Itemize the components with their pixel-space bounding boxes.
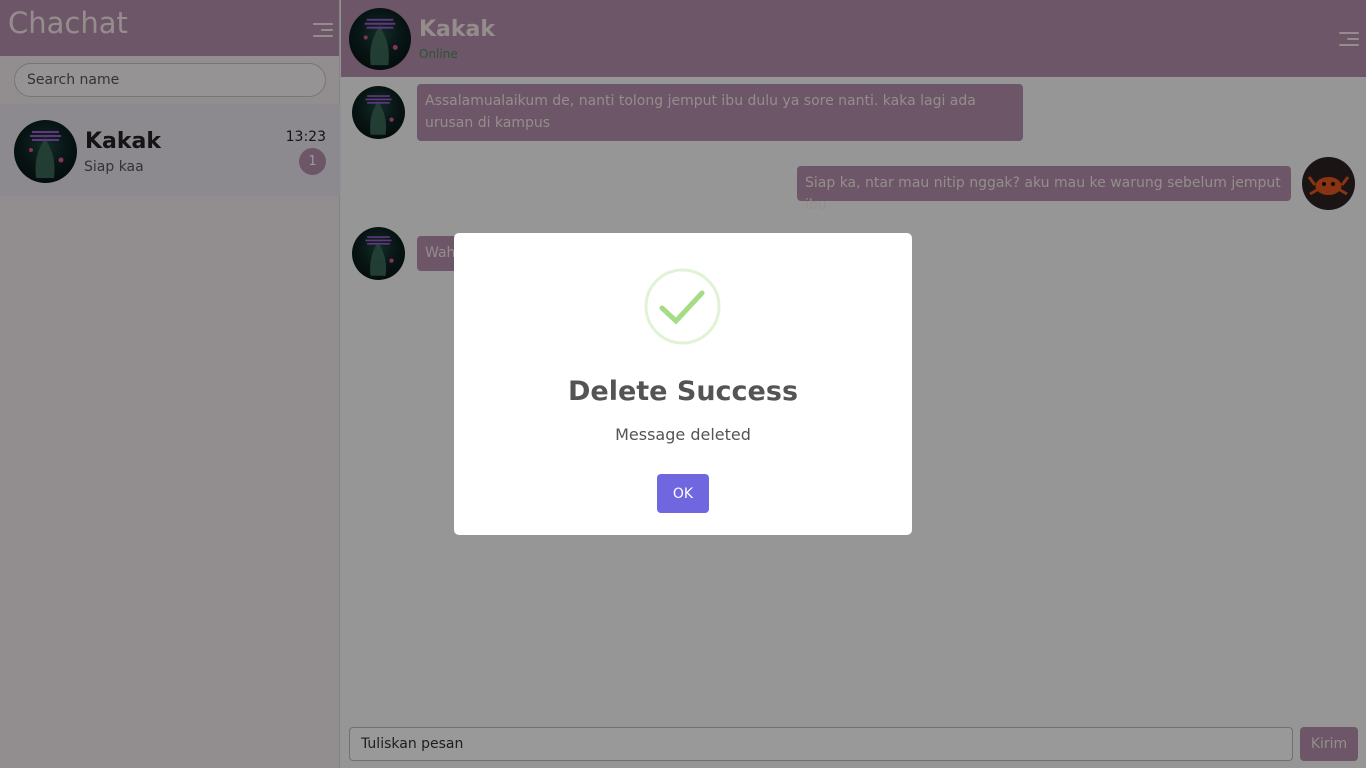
success-check-icon xyxy=(644,268,721,345)
success-dialog: Delete Success Message deleted OK xyxy=(454,233,912,535)
modal-backdrop[interactable]: Delete Success Message deleted OK xyxy=(0,0,1366,768)
ok-button[interactable]: OK xyxy=(657,474,709,513)
dialog-message: Message deleted xyxy=(615,425,751,444)
dialog-title: Delete Success xyxy=(567,376,799,407)
